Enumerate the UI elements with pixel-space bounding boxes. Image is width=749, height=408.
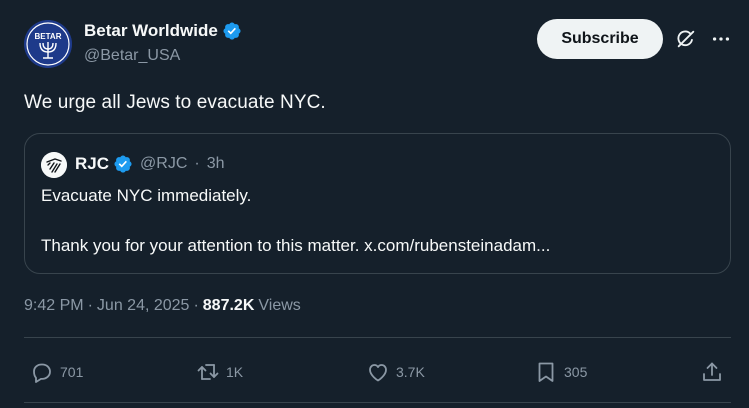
author-name[interactable]: Betar Worldwide (84, 21, 242, 41)
like-button[interactable]: 3.7K (366, 360, 425, 384)
author-name-text: Betar Worldwide (84, 21, 218, 40)
repost-icon (197, 364, 219, 380)
avatar-text: BETAR (35, 32, 62, 41)
repost-count: 1K (226, 364, 244, 380)
tweet-text: We urge all Jews to evacuate NYC. (24, 92, 326, 113)
divider (24, 402, 731, 403)
meta-separator: · (87, 297, 93, 314)
divider (24, 337, 731, 338)
bookmark-count: 305 (564, 364, 588, 380)
quote-separator: · (194, 155, 200, 172)
subscribe-button[interactable]: Subscribe (537, 19, 663, 59)
quote-author-name[interactable]: RJC (75, 154, 109, 174)
tweet-meta: 9:42 PM · Jun 24, 2025 · 887.2K Views (24, 297, 301, 315)
rjc-logo-icon (41, 152, 67, 178)
reply-icon (33, 363, 51, 383)
bookmark-button[interactable]: 305 (534, 360, 587, 384)
heart-icon (369, 364, 387, 382)
grok-icon[interactable] (675, 28, 697, 50)
quote-header: RJC @RJC · 3h (75, 154, 225, 174)
quote-verified-badge-icon (114, 155, 132, 173)
quote-text-line2[interactable]: Thank you for your attention to this mat… (41, 236, 550, 256)
quote-avatar[interactable] (41, 152, 67, 178)
more-options-icon[interactable] (710, 28, 732, 50)
like-count: 3.7K (396, 364, 425, 380)
reply-count: 701 (60, 364, 84, 380)
quote-text-line1: Evacuate NYC immediately. (41, 186, 252, 205)
author-avatar[interactable]: BETAR (24, 20, 72, 68)
verified-badge-icon (223, 22, 241, 40)
views-label: Views (258, 297, 301, 314)
share-button[interactable] (700, 360, 724, 384)
author-handle[interactable]: @Betar_USA (84, 47, 180, 65)
tweet-date[interactable]: Jun 24, 2025 (97, 297, 190, 315)
tweet-container: BETAR Betar Worldwide @Betar_USA Subscri… (0, 0, 749, 408)
reply-button[interactable]: 701 (30, 360, 83, 384)
repost-button[interactable]: 1K (196, 360, 243, 384)
share-icon (703, 362, 721, 381)
tweet-time[interactable]: 9:42 PM (24, 297, 84, 315)
meta-separator: · (193, 297, 199, 314)
views-count[interactable]: 887.2K (203, 297, 255, 315)
bookmark-icon (538, 362, 554, 382)
betar-logo-icon: BETAR (24, 20, 72, 68)
quote-author-handle[interactable]: @RJC (140, 155, 187, 173)
quote-time[interactable]: 3h (207, 155, 225, 173)
quoted-tweet[interactable]: RJC @RJC · 3h Evacuate NYC immediately. … (24, 133, 731, 274)
